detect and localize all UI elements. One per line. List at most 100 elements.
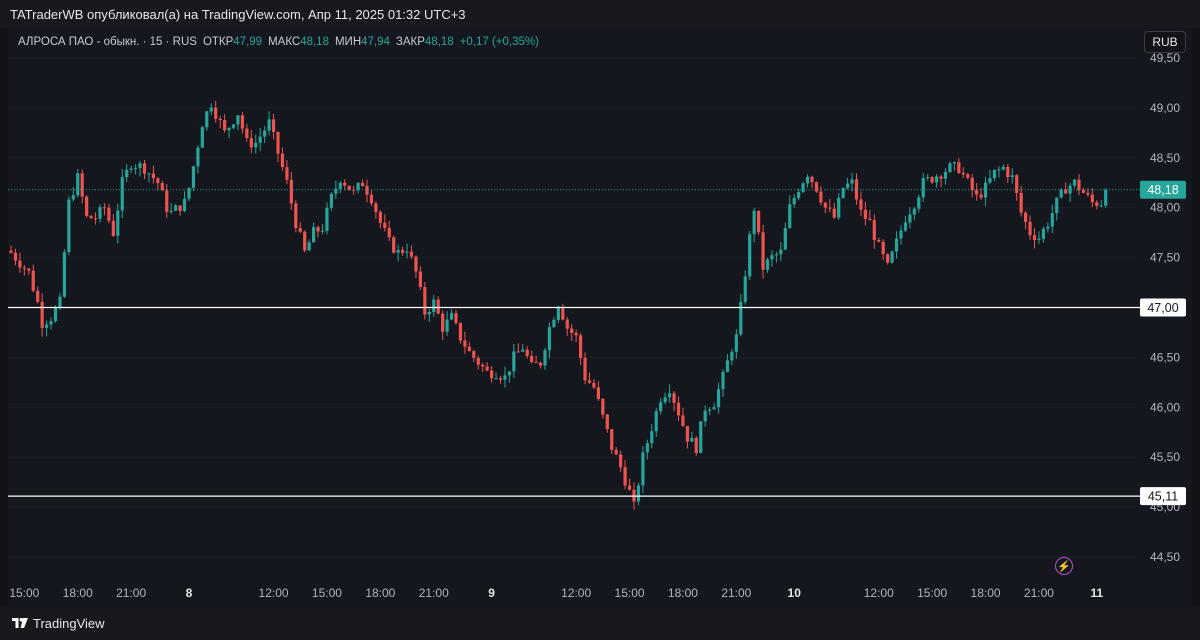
candle-body	[467, 346, 471, 352]
level-price-label: 47,00	[1147, 301, 1178, 315]
x-tick-label: 11	[1090, 586, 1103, 600]
currency-button[interactable]: RUB	[1144, 31, 1186, 53]
candle-body	[236, 115, 240, 125]
candle-body	[516, 351, 520, 353]
candle-body	[681, 415, 685, 427]
x-tick-label: 12:00	[259, 586, 289, 600]
candle-body	[823, 202, 827, 208]
candle-body	[685, 426, 689, 442]
candlestick-chart[interactable]: 44,5045,0045,5046,0046,5047,0047,5048,00…	[0, 0, 1200, 606]
candle-body	[147, 173, 151, 175]
candle-body	[409, 251, 414, 257]
candle-body	[62, 252, 66, 297]
candle-body	[58, 296, 62, 308]
candle-body	[338, 182, 342, 189]
candle-body	[240, 115, 244, 129]
candle-body	[405, 251, 409, 253]
candle-body	[592, 382, 596, 388]
candle-body	[387, 228, 391, 238]
candle-body	[708, 409, 712, 411]
candle-body	[98, 207, 102, 219]
candle-body	[574, 332, 578, 336]
candle-body	[218, 118, 222, 121]
candle-body	[134, 167, 138, 169]
candle-body	[343, 182, 347, 186]
candle-body	[721, 371, 725, 390]
candle-body	[868, 218, 872, 221]
candle-body	[765, 259, 770, 270]
y-tick-label: 45,50	[1150, 450, 1180, 464]
candle-body	[200, 127, 204, 148]
candle-body	[1046, 226, 1050, 229]
candle-body	[18, 260, 22, 268]
candle-body	[614, 449, 618, 455]
candle-body	[107, 207, 111, 221]
candle-body	[725, 360, 730, 372]
candle-body	[312, 227, 316, 243]
candle-body	[859, 199, 863, 210]
candle-body	[485, 366, 489, 371]
candle-body	[458, 322, 463, 341]
symbol-legend: АЛРОСА ПАО - обыкн. · 15 · RUS ОТКР 47,9…	[18, 34, 539, 50]
candle-body	[347, 185, 351, 190]
candle-body	[53, 307, 58, 322]
symbol-name[interactable]: АЛРОСА ПАО - обыкн. · 15 · RUS	[18, 36, 197, 48]
candle-body	[716, 389, 721, 408]
candle-body	[1081, 190, 1086, 193]
candle-body	[819, 191, 823, 203]
y-tick-label: 46,00	[1150, 400, 1180, 414]
candle-body	[605, 414, 609, 430]
candle-body	[1055, 197, 1059, 214]
candle-body	[71, 195, 75, 200]
candle-body	[503, 375, 507, 380]
candle-body	[792, 198, 796, 205]
candle-body	[1010, 175, 1014, 178]
candle-body	[93, 218, 98, 220]
x-tick-label: 18:00	[668, 586, 698, 600]
candle-body	[832, 208, 836, 218]
candle-body	[930, 177, 934, 183]
candle-body	[22, 267, 26, 269]
candle-body	[1015, 175, 1019, 193]
x-tick-label: 15:00	[9, 586, 39, 600]
candle-body	[881, 241, 885, 255]
candle-body	[432, 299, 436, 313]
candle-body	[579, 335, 583, 358]
candle-body	[908, 214, 912, 223]
candle-body	[1099, 205, 1103, 207]
close-value: 48,18	[424, 36, 454, 48]
lightning-icon[interactable]: ⚡	[1055, 557, 1073, 575]
candle-body	[196, 147, 200, 167]
candle-body	[325, 207, 329, 231]
candle-body	[254, 142, 258, 148]
candle-body	[156, 178, 160, 184]
candle-body	[178, 205, 182, 212]
candle-body	[877, 239, 881, 242]
candle-body	[992, 169, 997, 179]
candle-body	[441, 313, 445, 332]
candle-body	[151, 173, 155, 179]
candle-body	[694, 437, 698, 453]
candle-body	[988, 178, 992, 183]
candle-body	[774, 254, 778, 256]
high-label: МАКС	[268, 36, 301, 48]
x-tick-label: 15:00	[312, 586, 342, 600]
candle-body	[872, 220, 876, 240]
candle-body	[712, 407, 716, 410]
candle-body	[31, 270, 35, 291]
candle-body	[899, 230, 903, 239]
candle-body	[454, 313, 458, 323]
candle-body	[512, 351, 516, 372]
x-tick-label: 15:00	[615, 586, 645, 600]
candle-body	[570, 328, 574, 333]
candle-body	[957, 162, 961, 173]
candle-body	[169, 210, 173, 212]
candle-body	[935, 176, 939, 183]
low-label: МИН	[334, 36, 362, 48]
candle-body	[739, 301, 743, 335]
candle-body	[191, 166, 196, 188]
candle-body	[525, 349, 529, 356]
candle-body	[805, 176, 810, 184]
candle-body	[752, 210, 756, 235]
candle-body	[303, 231, 307, 251]
